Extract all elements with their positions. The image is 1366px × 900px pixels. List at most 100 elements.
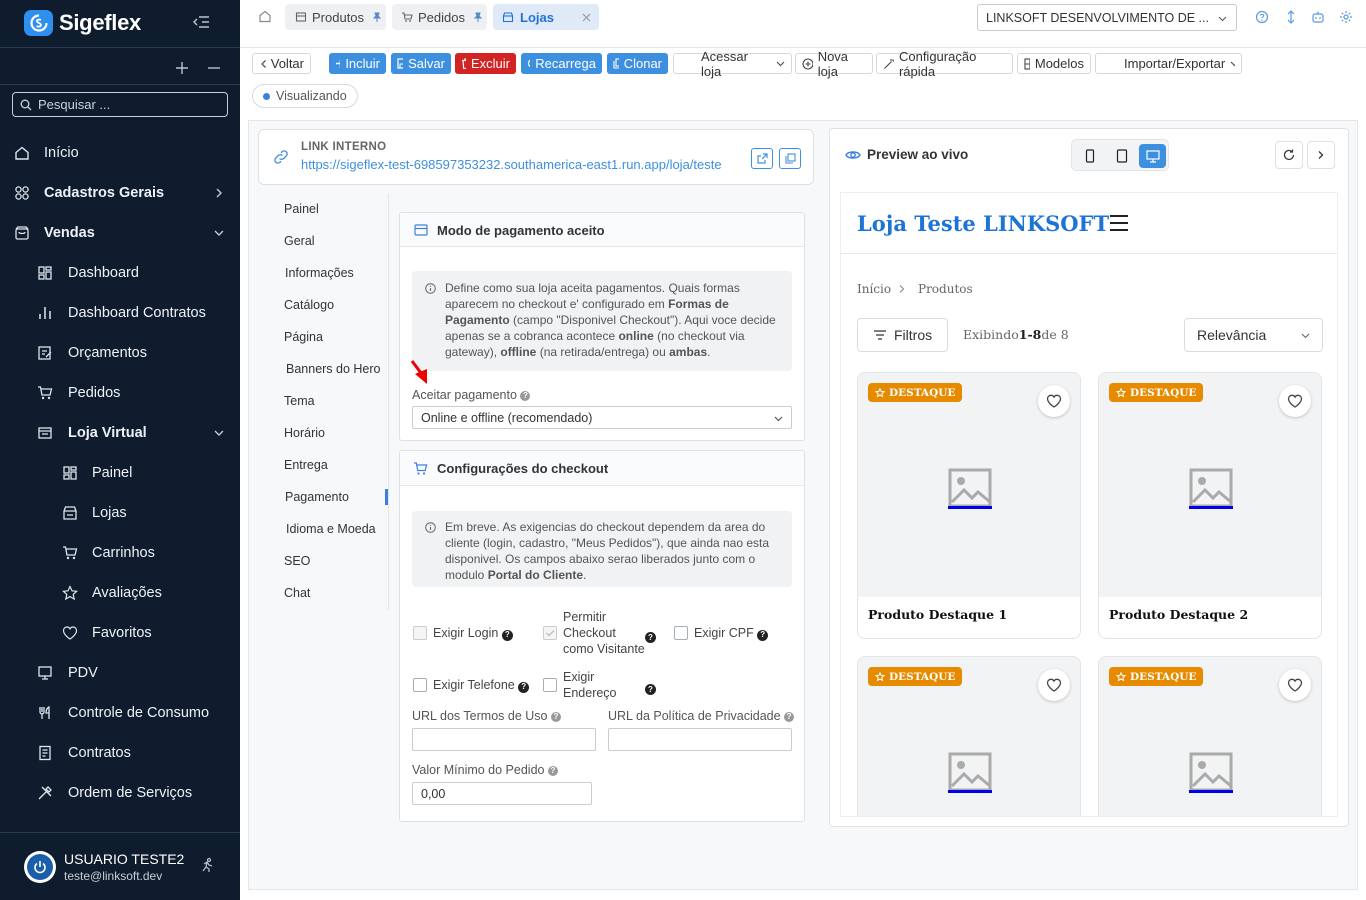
sidebar-item-pedidos[interactable]: Pedidos [0,373,240,413]
product-card[interactable]: DESTAQUE Produto Destaque 2 [1098,372,1322,639]
config-menu-tema[interactable]: Tema [284,394,315,408]
sidebar-item-vendas[interactable]: Vendas [0,213,240,253]
config-menu-seo[interactable]: SEO [284,554,310,568]
robot-icon[interactable] [1311,10,1325,24]
sidebar-item-ordem-servicos[interactable]: Ordem de Serviços [0,773,240,813]
collapse-sidebar-icon[interactable] [193,14,210,30]
save-button[interactable]: Salvar [391,53,451,74]
sidebar-search[interactable]: Pesquisar ... [12,92,228,117]
open-external-icon[interactable] [751,148,773,169]
config-menu-pagina[interactable]: Página [284,330,323,344]
mobile-icon[interactable] [1085,149,1095,163]
reload-button[interactable]: Recarrega [521,53,602,74]
accept-payment-select[interactable]: Online e offline (recomendado) [412,406,792,429]
sidebar-item-painel[interactable]: Painel [0,453,240,493]
company-select[interactable]: LINKSOFT DESENVOLVIMENTO DE ... [977,4,1237,31]
include-button[interactable]: Incluir [329,53,386,74]
help-icon[interactable]: ? [645,680,656,695]
product-card[interactable]: DESTAQUE [857,656,1081,816]
user-email: teste@linksoft.dev [64,869,163,883]
sidebar-item-orcamentos[interactable]: Orçamentos [0,333,240,373]
link-url[interactable]: https://sigeflex-test-698597353232.south… [301,157,722,172]
min-order-input[interactable]: 0,00 [412,782,592,805]
config-menu-chat[interactable]: Chat [284,586,310,600]
expand-vertical-icon[interactable] [1284,10,1298,24]
help-icon[interactable]: ? [518,681,530,693]
product-card[interactable]: DESTAQUE [1098,656,1322,816]
access-store-dropdown[interactable]: Acessar loja [673,49,792,79]
close-icon[interactable] [582,13,591,22]
sidebar-item-favoritos[interactable]: Favoritos [0,613,240,653]
require-phone-checkbox[interactable] [413,678,427,692]
desktop-icon[interactable] [1139,144,1166,168]
favorite-heart-icon[interactable] [1279,385,1311,417]
delete-button[interactable]: Excluir [455,53,516,74]
config-menu-catalogo[interactable]: Catálogo [284,298,334,312]
minus-icon[interactable] [206,60,222,76]
new-store-button[interactable]: Nova loja [795,49,873,79]
require-login-checkbox[interactable] [413,626,427,640]
privacy-url-input[interactable] [608,728,792,751]
back-button[interactable]: Voltar [252,53,311,74]
hamburger-menu-icon[interactable] [1109,214,1129,232]
help-icon[interactable]: ? [757,629,769,641]
app-logo[interactable]: Sigeflex [24,10,141,36]
gear-icon[interactable] [1339,10,1353,24]
user-panel[interactable]: USUARIO TESTE2 teste@linksoft.dev [0,832,240,900]
sidebar-item-dashboard[interactable]: Dashboard [0,253,240,293]
tablet-icon[interactable] [1116,149,1128,163]
breadcrumb-home[interactable]: Início [857,282,891,296]
terms-url-input[interactable] [412,728,596,751]
store-name[interactable]: Loja Teste LINKSOFT [857,211,1109,236]
require-cpf-checkbox[interactable] [674,626,688,640]
clone-button[interactable]: Clonar [607,53,668,74]
quick-config-button[interactable]: Configuração rápida [876,49,1013,79]
help-icon[interactable] [1255,10,1269,24]
sort-select[interactable]: Relevância [1184,318,1323,352]
favorite-heart-icon[interactable] [1038,669,1070,701]
sidebar-item-lojas[interactable]: Lojas [0,493,240,533]
config-menu-informacoes[interactable]: Informações [285,266,354,280]
tab-produtos[interactable]: Produtos [285,4,386,30]
import-export-dropdown[interactable]: Importar/Exportar [1095,53,1242,74]
sidebar-item-avaliacoes[interactable]: Avaliações [0,573,240,613]
help-icon[interactable]: ? [547,765,558,776]
favorite-heart-icon[interactable] [1279,669,1311,701]
sidebar-item-contratos[interactable]: Contratos [0,733,240,773]
home-icon[interactable] [258,9,272,23]
help-icon[interactable]: ? [520,390,531,401]
config-menu-painel[interactable]: Painel [284,202,319,216]
tab-pedidos[interactable]: Pedidos [392,4,487,30]
tab-lojas[interactable]: Lojas [493,4,599,30]
config-menu-pagamento[interactable]: Pagamento [285,490,349,504]
require-address-checkbox[interactable] [543,678,557,692]
favorite-heart-icon[interactable] [1038,385,1070,417]
sidebar-item-cadastros-gerais[interactable]: Cadastros Gerais [0,173,240,213]
allow-guest-checkbox[interactable] [543,626,557,640]
pin-icon[interactable] [472,12,483,23]
config-menu-banners[interactable]: Banners do Hero [286,362,381,376]
help-icon[interactable]: ? [784,711,795,722]
config-menu-idioma[interactable]: Idioma e Moeda [286,522,376,536]
sidebar-item-loja-virtual[interactable]: Loja Virtual [0,413,240,453]
copy-icon[interactable] [779,148,801,169]
sidebar-item-dashboard-contratos[interactable]: Dashboard Contratos [0,293,240,333]
refresh-icon[interactable] [1275,141,1303,169]
running-icon[interactable] [199,857,215,873]
config-menu-entrega[interactable]: Entrega [284,458,328,472]
config-menu-horario[interactable]: Horário [284,426,325,440]
sidebar-item-carrinhos[interactable]: Carrinhos [0,533,240,573]
sidebar-item-pdv[interactable]: PDV [0,653,240,693]
sidebar-item-inicio[interactable]: Início [0,133,240,173]
product-card[interactable]: DESTAQUE Produto Destaque 1 [857,372,1081,639]
help-icon[interactable]: ? [550,711,561,722]
sidebar-item-controle-consumo[interactable]: Controle de Consumo [0,693,240,733]
chevron-right-icon[interactable] [1307,141,1335,169]
plus-icon[interactable] [174,60,190,76]
help-icon[interactable]: ? [645,628,656,643]
models-button[interactable]: Modelos [1017,53,1091,74]
config-menu-geral[interactable]: Geral [284,234,315,248]
filters-button[interactable]: Filtros [857,318,948,352]
help-icon[interactable]: ? [501,629,513,641]
pin-icon[interactable] [371,12,382,23]
